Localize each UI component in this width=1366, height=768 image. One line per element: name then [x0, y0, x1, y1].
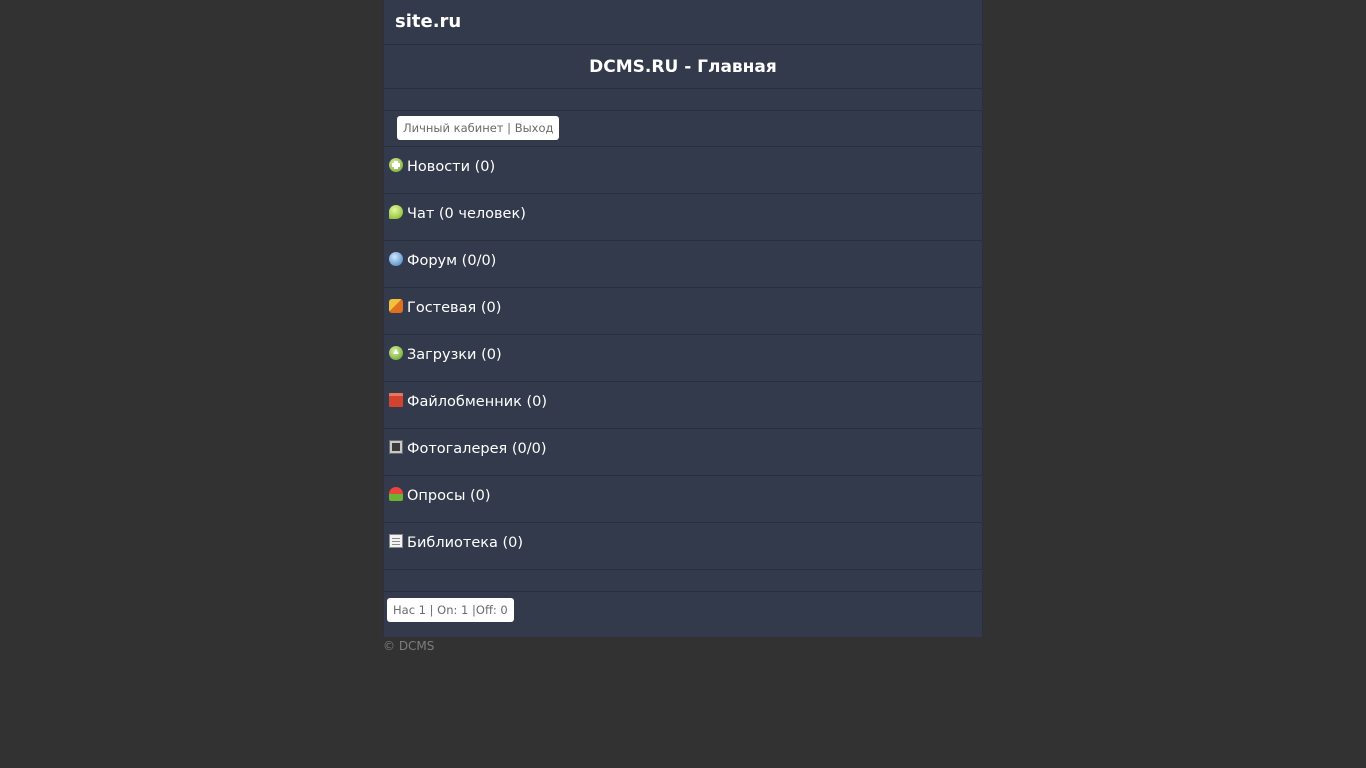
main-panel: site.ru DCMS.RU - Главная Личный кабинет…	[383, 0, 983, 637]
menu-item-guestbook[interactable]: Гостевая (0)	[384, 288, 982, 335]
menu-item-label[interactable]: Загрузки (0)	[407, 347, 502, 363]
menu-item-label[interactable]: Фотогалерея (0/0)	[407, 441, 546, 457]
user-bar: Личный кабинет | Выход	[384, 111, 982, 147]
news-icon	[389, 158, 403, 172]
menu-item-label[interactable]: Гостевая (0)	[407, 300, 501, 316]
library-icon	[389, 534, 403, 548]
folder-icon	[389, 393, 403, 407]
logout-link[interactable]: Выход	[515, 121, 554, 135]
page-title: DCMS.RU - Главная	[589, 57, 777, 77]
menu-item-label[interactable]: Чат (0 человек)	[407, 206, 526, 222]
photo-icon	[389, 440, 403, 454]
spacer-row	[384, 570, 982, 592]
site-name[interactable]: site.ru	[395, 11, 461, 32]
menu-item-label[interactable]: Библиотека (0)	[407, 535, 523, 551]
menu-item-label[interactable]: Форум (0/0)	[407, 253, 496, 269]
online-stats: Нас 1 | On: 1 |Off: 0	[384, 592, 982, 637]
copyright: © DCMS	[383, 639, 435, 653]
menu-item-label[interactable]: Файлобменник (0)	[407, 394, 547, 410]
site-logo[interactable]: site.ru	[384, 0, 982, 45]
menu-item-chat[interactable]: Чат (0 человек)	[384, 194, 982, 241]
menu-item-library[interactable]: Библиотека (0)	[384, 523, 982, 570]
chat-icon	[389, 205, 403, 219]
menu-item-label[interactable]: Опросы (0)	[407, 488, 491, 504]
spacer-row	[384, 89, 982, 111]
link-separator: |	[507, 121, 512, 135]
menu-item-forum[interactable]: Форум (0/0)	[384, 241, 982, 288]
menu-item-polls[interactable]: Опросы (0)	[384, 476, 982, 523]
guestbook-icon	[389, 299, 403, 313]
online-stats-pill[interactable]: Нас 1 | On: 1 |Off: 0	[387, 598, 514, 622]
menu-item-fileshare[interactable]: Файлобменник (0)	[384, 382, 982, 429]
page-title-bar: DCMS.RU - Главная	[384, 45, 982, 89]
menu-item-news[interactable]: Новости (0)	[384, 147, 982, 194]
forum-icon	[389, 252, 403, 266]
user-links-pill: Личный кабинет | Выход	[397, 116, 560, 140]
menu-item-label[interactable]: Новости (0)	[407, 159, 495, 175]
poll-icon	[389, 487, 403, 501]
cabinet-link[interactable]: Личный кабинет	[403, 121, 504, 135]
menu-item-gallery[interactable]: Фотогалерея (0/0)	[384, 429, 982, 476]
downloads-icon	[389, 346, 403, 360]
menu-item-downloads[interactable]: Загрузки (0)	[384, 335, 982, 382]
